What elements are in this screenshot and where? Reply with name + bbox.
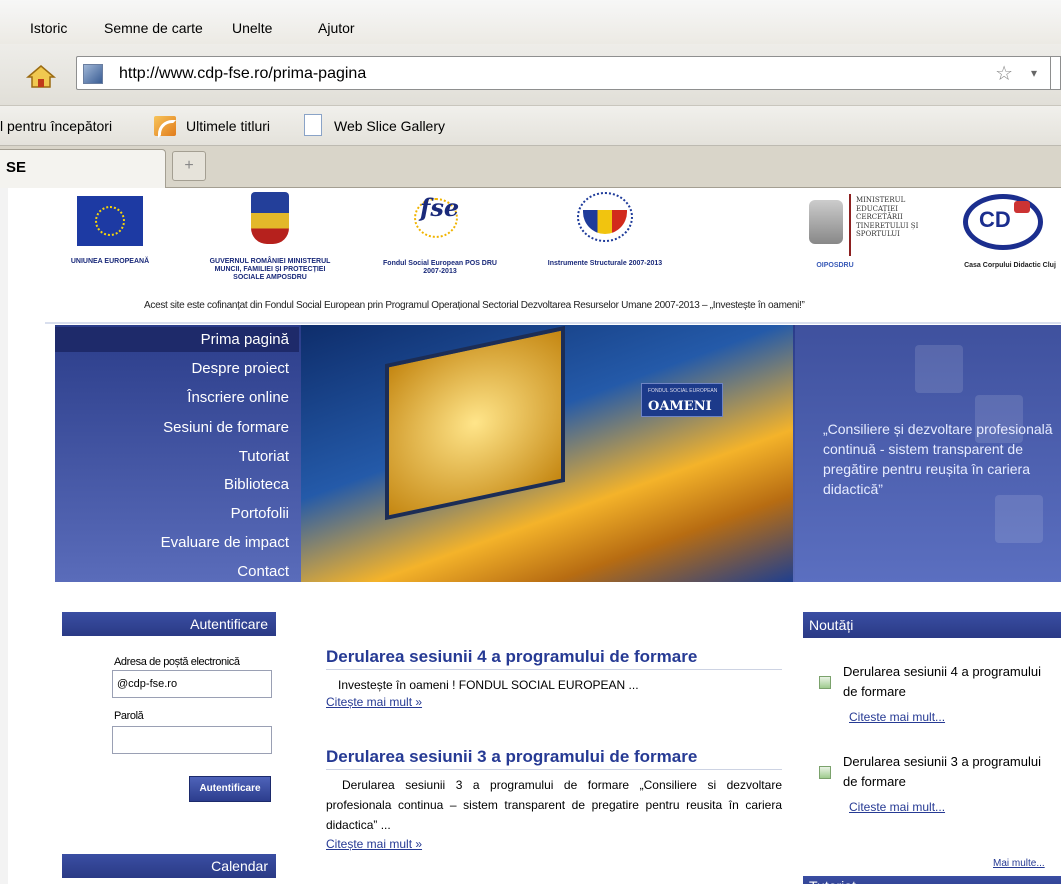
logo-gov-label: GUVERNUL ROMÂNIEI MINISTERUL MUNCII, FAM… [209,258,331,281]
ministry-label: MINISTERUL EDUCAȚIEI CERCETĂRII TINERETU… [856,196,919,238]
article-2: Derularea sesiunii 3 a programului de fo… [326,747,782,851]
news-item-title[interactable]: Derularea sesiunii 3 a programului de fo… [843,752,1053,792]
email-label: Adresa de poștă electronică [114,656,240,668]
bookmark-getting-started[interactable]: l pentru începători [0,118,112,134]
logo-fse[interactable]: fse Fondul Social European POS DRU 2007-… [380,194,500,276]
bookmark-star-icon[interactable]: ☆ [995,61,1013,86]
news-read-more-link[interactable]: Citeste mai mult... [849,800,945,814]
rss-feed-icon [154,116,176,138]
logo-gov[interactable]: GUVERNUL ROMÂNIEI MINISTERUL MUNCII, FAM… [205,192,335,282]
password-field[interactable] [112,726,272,754]
login-button[interactable]: Autentificare [189,776,271,802]
logo-oiposdru-label: OIPOSDRU [816,262,854,269]
tutoriat-heading: Tutoriat [803,876,1061,884]
bookmark-web-slice-gallery[interactable]: Web Slice Gallery [334,118,445,134]
article-title[interactable]: Derularea sesiunii 3 a programului de fo… [326,747,697,767]
ccd-logo-icon[interactable]: CD [963,194,1043,250]
tab-title: SE [6,159,27,176]
article-divider [326,669,782,670]
logo-eu-label: UNIUNEA EUROPEANĂ [70,258,150,265]
romania-crest-icon [251,192,289,244]
url-dropdown-icon[interactable]: ▾ [1031,66,1037,80]
home-icon[interactable] [24,63,58,89]
nav-sesiuni-de-formare[interactable]: Sesiuni de formare [163,419,289,436]
tab-current[interactable]: SE [0,149,166,188]
fse-mark: fse [420,193,460,222]
news-all-link[interactable]: Mai multe... [993,858,1045,869]
page-left-edge [0,188,8,884]
password-label: Parolă [114,710,144,722]
read-more-link[interactable]: Citește mai mult » [326,837,422,851]
banner-badge: FONDUL SOCIAL EUROPEAN OAMENI [641,383,723,417]
ministry-seal-icon [809,200,843,244]
eu-flag-icon [77,196,143,246]
banner-badge-text: OAMENI [648,399,712,414]
menu-bar: Istoric Semne de carte Unelte Ajutor [0,0,1061,44]
nav-contact[interactable]: Contact [237,563,289,580]
menu-semne-de-carte[interactable]: Semne de carte [104,20,203,36]
banner-image: FONDUL SOCIAL EUROPEAN OAMENI [301,325,793,582]
menu-unelte[interactable]: Unelte [232,20,272,36]
banner-quote: „Consiliere și dezvoltare profesională c… [823,421,1053,497]
article-divider [326,769,782,770]
news-item-title[interactable]: Derularea sesiunii 4 a programului de fo… [843,662,1053,702]
nav-despre-proiect[interactable]: Despre proiect [191,360,289,377]
login-heading: Autentificare [62,612,276,636]
site-favicon-icon [83,64,103,84]
ccd-mark: CD [979,207,1011,232]
menu-istoric[interactable]: Istoric [30,20,67,36]
structural-instruments-icon [573,190,637,246]
search-box-edge[interactable] [1050,56,1061,90]
url-bar[interactable]: http://www.cdp-fse.ro/prima-pagina ☆ ▾ [76,56,1052,90]
fse-logo-icon: fse [404,194,476,244]
header-banner: Prima pagină Despre proiect Înscriere on… [55,325,1061,582]
banner-badge-small: FONDUL SOCIAL EUROPEAN [648,388,718,394]
article-title[interactable]: Derularea sesiunii 4 a programului de fo… [326,647,697,667]
logo-ministry[interactable]: MINISTERUL EDUCAȚIEI CERCETĂRII TINERETU… [809,194,929,256]
read-more-link[interactable]: Citește mai mult » [326,695,422,709]
email-field[interactable]: @cdp-fse.ro [112,670,272,698]
nav-biblioteca[interactable]: Biblioteca [224,476,289,493]
nav-portofolii[interactable]: Portofolii [231,505,289,522]
ministry-divider [849,194,851,256]
news-heading: Noutăți [803,612,1061,638]
news-item-icon [819,676,831,689]
logo-eu[interactable]: UNIUNEA EUROPEANĂ [55,196,165,266]
bookmark-latest-headlines[interactable]: Ultimele titluri [186,118,270,134]
url-text[interactable]: http://www.cdp-fse.ro/prima-pagina [119,65,366,83]
calendar-heading: Calendar [62,854,276,878]
logo-is-label: Instrumente Structurale 2007-2013 [547,260,663,267]
nav-tutoriat[interactable]: Tutoriat [239,448,289,465]
article-excerpt: Derularea sesiunii 3 a programului de fo… [326,778,782,832]
logo-ccd-label: Casa Corpului Didactic Cluj [964,262,1056,269]
nav-inscriere-online[interactable]: Înscriere online [187,389,289,406]
news-read-more-link[interactable]: Citeste mai mult... [849,710,945,724]
page-icon [304,114,322,136]
main-nav: Prima pagină Despre proiect Înscriere on… [55,325,299,582]
article-1: Derularea sesiunii 4 a programului de fo… [326,647,782,709]
new-tab-button[interactable]: + [172,151,206,181]
article-excerpt: Investește în oameni ! FONDUL SOCIAL EUR… [338,678,639,692]
logo-fse-label: Fondul Social European POS DRU 2007-2013 [383,260,497,275]
nav-prima-pagina[interactable]: Prima pagină [201,331,289,348]
logo-is[interactable]: Instrumente Structurale 2007-2013 [545,190,665,268]
banner-quote-panel: „Consiliere și dezvoltare profesională c… [795,325,1061,582]
cofinancing-tagline: Acest site este cofinanțat din Fondul So… [144,300,805,311]
header-divider [45,322,1061,324]
laptop-screen-graphic [385,325,565,521]
nav-evaluare-de-impact[interactable]: Evaluare de impact [161,534,289,551]
news-item-icon [819,766,831,779]
menu-ajutor[interactable]: Ajutor [318,20,355,36]
